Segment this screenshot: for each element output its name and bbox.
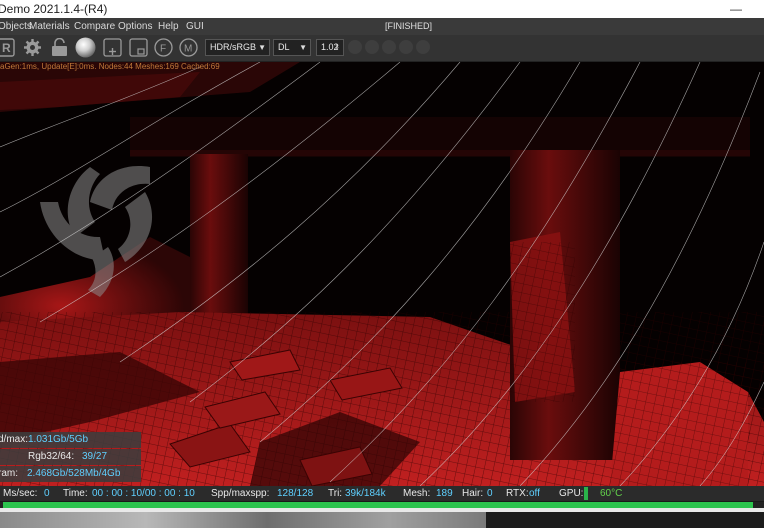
mesh-label: Mesh: xyxy=(403,488,431,499)
stat-value: 2.468Gb/528Mb/4Gb xyxy=(27,468,121,479)
gpu-usage-bar xyxy=(584,487,588,500)
tri-value: 39k/184k xyxy=(345,488,386,499)
menu-materials[interactable]: Materials xyxy=(29,18,70,35)
stat-row-vram: ram: 2.468Gb/528Mb/4Gb xyxy=(0,466,141,482)
m-icon[interactable]: M xyxy=(179,38,198,57)
ms-sec-label: Ms/sec: xyxy=(3,488,38,499)
gpu-temp: 60°C xyxy=(600,488,623,499)
kernel-select[interactable]: DL ▼ xyxy=(273,39,311,56)
rtx-value: off xyxy=(529,488,540,499)
disabled-tool-icon xyxy=(382,40,396,54)
record-icon[interactable]: R xyxy=(0,38,15,57)
mesh-value: 189 xyxy=(436,488,453,499)
preview-dark-panel xyxy=(486,512,764,528)
stat-label: d/max: xyxy=(0,434,29,445)
lock-icon[interactable] xyxy=(50,38,69,57)
kernel-value: DL xyxy=(278,42,290,52)
gpu-label: GPU: xyxy=(559,488,584,499)
menu-compare[interactable]: Compare xyxy=(74,18,115,35)
svg-text:F: F xyxy=(160,44,166,55)
stat-row-memory: d/max: 1.031Gb/5Gb xyxy=(0,432,141,448)
colorspace-select[interactable]: HDR/sRGB ▼ xyxy=(205,39,270,56)
toolbar: R F M HDR/sRGB ▼ DL ▼ 1.02 ⇕ xyxy=(0,35,764,62)
add-node-icon[interactable] xyxy=(103,38,122,57)
settings-gear-icon[interactable] xyxy=(23,38,42,57)
rtx-label: RTX: xyxy=(506,488,529,499)
gamma-stepper[interactable]: 1.02 ⇕ xyxy=(316,39,344,56)
render-status: [FINISHED] xyxy=(385,21,433,31)
menu-gui[interactable]: GUI xyxy=(186,18,204,35)
stat-label: ram: xyxy=(0,468,18,479)
menu-objects[interactable]: Objects xyxy=(0,18,32,35)
render-viewport[interactable] xyxy=(0,62,764,486)
disabled-tool-icon xyxy=(416,40,430,54)
minimize-button[interactable]: — xyxy=(730,0,742,18)
chevron-down-icon: ▼ xyxy=(258,43,266,52)
hair-label: Hair: xyxy=(462,488,484,499)
ms-sec-value: 0 xyxy=(44,488,50,499)
menu-help[interactable]: Help xyxy=(158,18,179,35)
time-label: Time: xyxy=(63,488,88,499)
stat-value: 39/27 xyxy=(82,451,108,462)
stat-value: 1.031Gb/5Gb xyxy=(28,434,89,445)
window-titlebar: Demo 2021.1.4-(R4) — xyxy=(0,0,764,18)
disabled-tool-icon xyxy=(399,40,413,54)
render-image xyxy=(0,62,764,486)
scene-info-overlay: aGen:1ms, Update[E]:0ms. Nodes:44 Meshes… xyxy=(0,62,220,71)
tri-label: Tri: xyxy=(328,488,343,499)
stepper-arrows-icon: ⇕ xyxy=(334,44,340,51)
disabled-tool-icon xyxy=(365,40,379,54)
svg-text:M: M xyxy=(184,44,192,55)
svg-text:R: R xyxy=(2,41,11,55)
spp-label: Spp/maxspp: xyxy=(211,488,270,499)
menu-options[interactable]: Options xyxy=(118,18,152,35)
f-icon[interactable]: F xyxy=(154,38,173,57)
hair-value: 0 xyxy=(487,488,493,499)
node-icon[interactable] xyxy=(129,38,148,57)
stat-row-rgb: Rgb32/64: 39/27 xyxy=(0,449,141,465)
time-value: 00 : 00 : 10/00 : 00 : 10 xyxy=(92,488,195,499)
spp-value: 128/128 xyxy=(277,488,314,499)
stat-label: Rgb32/64: xyxy=(28,451,75,462)
chevron-down-icon: ▼ xyxy=(299,43,307,52)
menu-bar: Objects Materials Compare Options Help G… xyxy=(0,18,764,35)
window-title: Demo 2021.1.4-(R4) xyxy=(0,2,108,16)
disabled-tool-icon xyxy=(348,40,362,54)
preview-thumbnail xyxy=(0,512,486,528)
sphere-icon[interactable] xyxy=(75,37,96,58)
status-bar: Ms/sec: 0 Time: 00 : 00 : 10/00 : 00 : 1… xyxy=(0,486,764,501)
colorspace-value: HDR/sRGB xyxy=(210,42,257,52)
taskbar-preview-strip xyxy=(0,508,764,528)
